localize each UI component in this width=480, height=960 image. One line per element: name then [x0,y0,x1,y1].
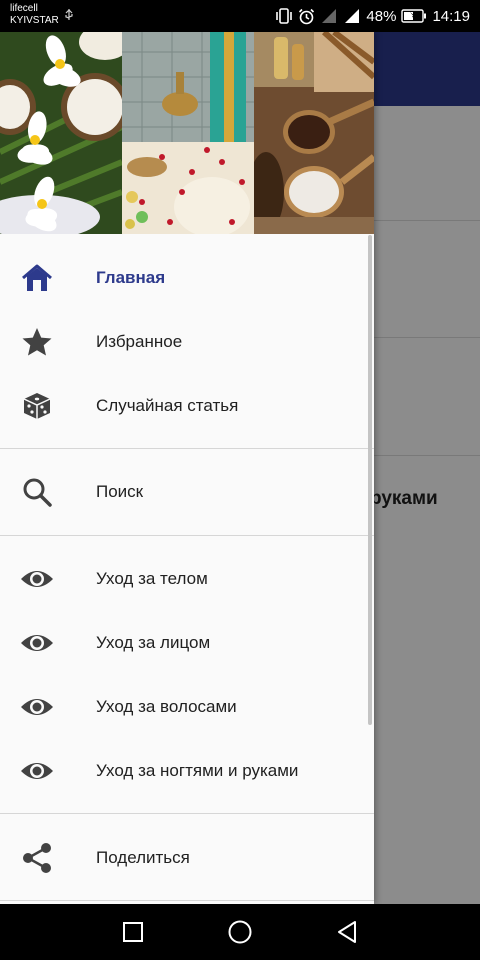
menu-item-hair-care[interactable]: Уход за волосами [0,675,374,739]
drawer-header [0,32,374,234]
menu-item-favorites[interactable]: Избранное [0,310,374,374]
usb-icon [65,9,73,20]
navigation-drawer: Главная Избранное Случайная статья Поиск… [0,32,374,904]
menu-item-search[interactable]: Поиск [0,460,374,524]
battery-charging-icon [401,9,427,23]
menu-item-label: Поиск [96,482,144,501]
status-bar: lifecell KYIVSTAR 48% 14:19 [0,0,480,32]
eye-icon [20,626,54,660]
menu-item-face-care[interactable]: Уход за лицом [0,611,374,675]
carrier-line-2: KYIVSTAR [10,15,59,26]
system-navigation-bar [0,904,480,960]
signal-icon [322,9,337,23]
carrier-info: lifecell KYIVSTAR [10,3,59,27]
eye-icon [20,754,54,788]
menu-divider [0,900,374,901]
menu-item-label: Случайная статья [96,396,239,415]
menu-item-label: Избранное [96,332,183,351]
signal-icon [345,9,360,23]
drawer-scrollbar[interactable] [368,235,372,725]
coffee-salt-spoons-photo [254,32,374,234]
carrier-line-1: lifecell [10,3,38,14]
clock: 14:19 [432,7,470,25]
menu-item-label: Уход за лицом [96,633,211,652]
menu-item-label: Поделиться [96,848,190,867]
alarm-icon [299,8,315,24]
back-triangle-icon [338,921,356,943]
eye-icon [20,690,54,724]
battery-percent: 48% [366,7,397,25]
menu-divider [0,448,374,449]
eye-icon [20,562,54,596]
hammam-rose-petals-photo [122,32,254,234]
share-icon [20,841,54,875]
star-icon [20,325,54,359]
menu-item-home[interactable]: Главная [0,246,374,310]
back-button[interactable] [333,918,361,946]
vibrate-icon [276,8,293,24]
menu-divider [0,535,374,536]
menu-item-label: Уход за волосами [96,697,237,716]
menu-divider [0,813,374,814]
home-button[interactable] [226,918,254,946]
menu-item-label: Уход за ногтями и руками [96,761,299,780]
menu-item-share[interactable]: Поделиться [0,826,374,890]
search-icon [20,475,54,509]
square-icon [123,922,143,942]
home-icon [20,261,54,295]
menu-item-body-care[interactable]: Уход за телом [0,547,374,611]
frangipani-coconut-photo [0,32,122,234]
menu-item-random-article[interactable]: Случайная статья [0,374,374,438]
menu-item-label: Уход за телом [96,569,208,588]
menu-item-label: Главная [96,268,166,287]
menu-item-nail-hand-care[interactable]: Уход за ногтями и руками [0,739,374,803]
recents-button[interactable] [119,918,147,946]
dice-icon [20,389,54,423]
circle-icon [228,920,252,944]
